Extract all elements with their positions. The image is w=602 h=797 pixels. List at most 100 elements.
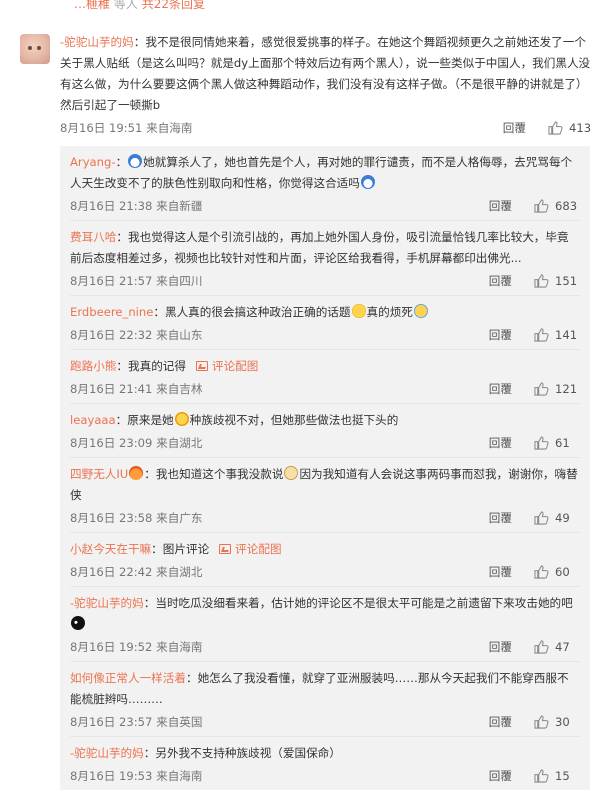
like-count: 49 — [555, 511, 570, 525]
reply-text: leayaaa：原来是她 种族歧视不对，但她那些做法也挺下头的 — [70, 410, 580, 431]
timestamp: 8月16日 23:09 来自湖北 — [70, 436, 203, 450]
reply-body: 图片评论 — [162, 542, 210, 556]
emoji-icon — [174, 412, 189, 426]
thumbs-up-icon — [534, 511, 549, 525]
username-link[interactable]: 如何像正常人一样活着 — [70, 671, 186, 685]
reply-button[interactable]: 回覆 — [489, 564, 512, 580]
reply-button[interactable]: 回覆 — [489, 639, 512, 655]
reply-button[interactable]: 回覆 — [489, 714, 512, 730]
list-item: 跑路小熊：我真的记得 评论配图 8月16日 21:41 来自吉林 回覆 121 — [70, 350, 580, 404]
like-count: 30 — [555, 715, 570, 729]
emoji-icon — [351, 304, 366, 318]
reply-button[interactable]: 回覆 — [489, 381, 512, 397]
username-link[interactable]: -驼驼山芋的妈 — [60, 35, 134, 49]
comment-text: -驼驼山芋的妈：我不是很同情她来着，感觉很爱挑事的样子。在她这个舞蹈视频更久之前… — [60, 32, 594, 116]
separator: ： — [153, 305, 165, 319]
reply-button[interactable]: 回覆 — [489, 768, 512, 784]
reply-button[interactable]: 回覆 — [489, 435, 512, 451]
list-item: 如何像正常人一样活着：她怎么了我没看懂，就穿了亚洲服装吗……那从今天起我们不能穿… — [70, 662, 580, 737]
thumbs-up-icon — [534, 328, 549, 342]
thumbs-up-icon — [534, 715, 549, 729]
like-button[interactable]: 30 — [534, 715, 580, 729]
like-count: 151 — [555, 274, 578, 288]
list-item: -驼驼山芋的妈：另外我不支持种族歧视（爱国保命） 8月16日 19:53 来自海南… — [70, 737, 580, 790]
username-link[interactable]: 四野无人IU — [70, 467, 128, 481]
username-link[interactable]: -驼驼山芋的妈 — [70, 596, 144, 610]
like-button[interactable]: 49 — [534, 511, 580, 525]
reply-text: 小赵今天在干嘛：图片评论 评论配图 — [70, 539, 580, 560]
reply-body: 我也觉得这人是个引流引战的，再加上她外国人身份，吸引流量恰钱几率比较大，毕竟前后… — [70, 230, 569, 265]
like-button[interactable]: 151 — [534, 274, 580, 288]
reply-body-cont: 种族歧视不对，但她那些做法也挺下头的 — [189, 413, 399, 427]
timestamp: 8月16日 19:51 来自海南 — [60, 121, 193, 135]
like-button[interactable]: 60 — [534, 565, 580, 579]
separator: ： — [115, 413, 128, 427]
username-link[interactable]: leayaaa — [70, 413, 116, 427]
like-count: 683 — [555, 199, 578, 213]
reply-button[interactable]: 回覆 — [503, 120, 526, 136]
timestamp: 8月16日 22:42 来自湖北 — [70, 565, 203, 579]
username-link[interactable]: -驼驼山芋的妈 — [70, 746, 144, 760]
like-button[interactable]: 683 — [534, 199, 580, 213]
image-icon — [195, 361, 208, 371]
separator: ： — [116, 359, 128, 373]
reply-button[interactable]: 回覆 — [489, 273, 512, 289]
like-button[interactable]: 121 — [534, 382, 580, 396]
reply-text: Erdbeere_nine：黑人真的很会搞这种政治正确的话题 真的烦死 — [70, 302, 580, 323]
username-link[interactable]: 费耳八哈 — [70, 230, 116, 244]
separator: ： — [143, 596, 156, 610]
separator: ： — [151, 542, 163, 556]
comment-image-link[interactable]: 评论配图 — [195, 359, 259, 373]
list-item: 费耳八哈：我也觉得这人是个引流引战的，再加上她外国人身份，吸引流量恰钱几率比较大… — [70, 221, 580, 296]
list-item: 小赵今天在干嘛：图片评论 评论配图 8月16日 22:42 来自湖北 回覆 60 — [70, 533, 580, 587]
reply-meta: 8月16日 21:38 来自新疆 回覆 683 — [70, 196, 580, 216]
reply-text: -驼驼山芋的妈：当时吃瓜没细看来着，估计她的评论区不是很太平可能是之前遗留下来攻… — [70, 593, 580, 635]
username-link[interactable]: Aryang- — [70, 155, 116, 169]
comment-image-label: 评论配图 — [211, 359, 259, 373]
reply-button[interactable]: 回覆 — [489, 510, 512, 526]
reply-meta: 8月16日 23:57 来自英国 回覆 30 — [70, 712, 580, 732]
badge-icon — [129, 466, 144, 480]
image-icon — [219, 544, 232, 554]
timestamp: 8月16日 21:38 来自新疆 — [70, 199, 203, 213]
reply-text: 如何像正常人一样活着：她怎么了我没看懂，就穿了亚洲服装吗……那从今天起我们不能穿… — [70, 668, 580, 710]
timestamp: 8月16日 19:52 来自海南 — [70, 640, 203, 654]
reply-meta: 8月16日 22:32 来自山东 回覆 141 — [70, 325, 580, 345]
reply-text: 费耳八哈：我也觉得这人是个引流引战的，再加上她外国人身份，吸引流量恰钱几率比较大… — [70, 227, 580, 269]
emoji-icon — [413, 304, 428, 318]
like-count: 61 — [555, 436, 570, 450]
reply-text: 四野无人IU ：我也知道这个事我没款说 因为我知道有人会说这事两码事而怼我，谢谢你，… — [70, 464, 580, 506]
thumbs-up-icon — [548, 121, 563, 135]
like-button[interactable]: 47 — [534, 640, 580, 654]
separator: ： — [144, 467, 156, 481]
reply-body: 我真的记得 — [128, 359, 186, 373]
thumbs-up-icon — [534, 640, 549, 654]
like-button[interactable]: 15 — [534, 769, 580, 783]
comment-image-label: 评论配图 — [235, 542, 282, 556]
view-replies-link[interactable]: 共22条回复 — [142, 0, 205, 11]
reply-meta: 8月16日 21:41 来自吉林 回覆 121 — [70, 379, 580, 399]
reply-body: 原来是她 — [127, 413, 174, 427]
list-item: Erdbeere_nine：黑人真的很会搞这种政治正确的话题 真的烦死 8月16日 … — [70, 296, 580, 350]
like-button[interactable]: 141 — [534, 328, 580, 342]
emoji-icon — [128, 154, 143, 168]
comment-image-link[interactable]: 评论配图 — [219, 542, 282, 556]
like-button[interactable]: 61 — [534, 436, 580, 450]
like-button[interactable]: 413 — [548, 121, 594, 135]
separator: ： — [143, 746, 156, 760]
reply-text: Aryang-： 她就算杀人了，她也首先是个人，再对她的罪行谴责，而不是人格侮辱，… — [70, 152, 580, 194]
username-link[interactable]: 小赵今天在干嘛 — [70, 542, 151, 556]
emoji-icon — [71, 616, 85, 630]
reply-button[interactable]: 回覆 — [489, 198, 512, 214]
reply-body: 黑人真的很会搞这种政治正确的话题 — [164, 305, 351, 319]
reply-text: -驼驼山芋的妈：另外我不支持种族歧视（爱国保命） — [70, 743, 580, 764]
reply-button[interactable]: 回覆 — [489, 327, 512, 343]
like-count: 15 — [555, 769, 570, 783]
username-link[interactable]: Erdbeere_nine — [70, 305, 153, 319]
previous-user-link[interactable]: …榧稚 — [74, 0, 110, 11]
avatar[interactable] — [20, 34, 50, 64]
reply-meta: 8月16日 19:52 来自海南 回覆 47 — [70, 637, 580, 657]
like-count: 121 — [555, 382, 578, 396]
username-link[interactable]: 跑路小熊 — [70, 359, 116, 373]
timestamp: 8月16日 23:58 来自广东 — [70, 511, 203, 525]
